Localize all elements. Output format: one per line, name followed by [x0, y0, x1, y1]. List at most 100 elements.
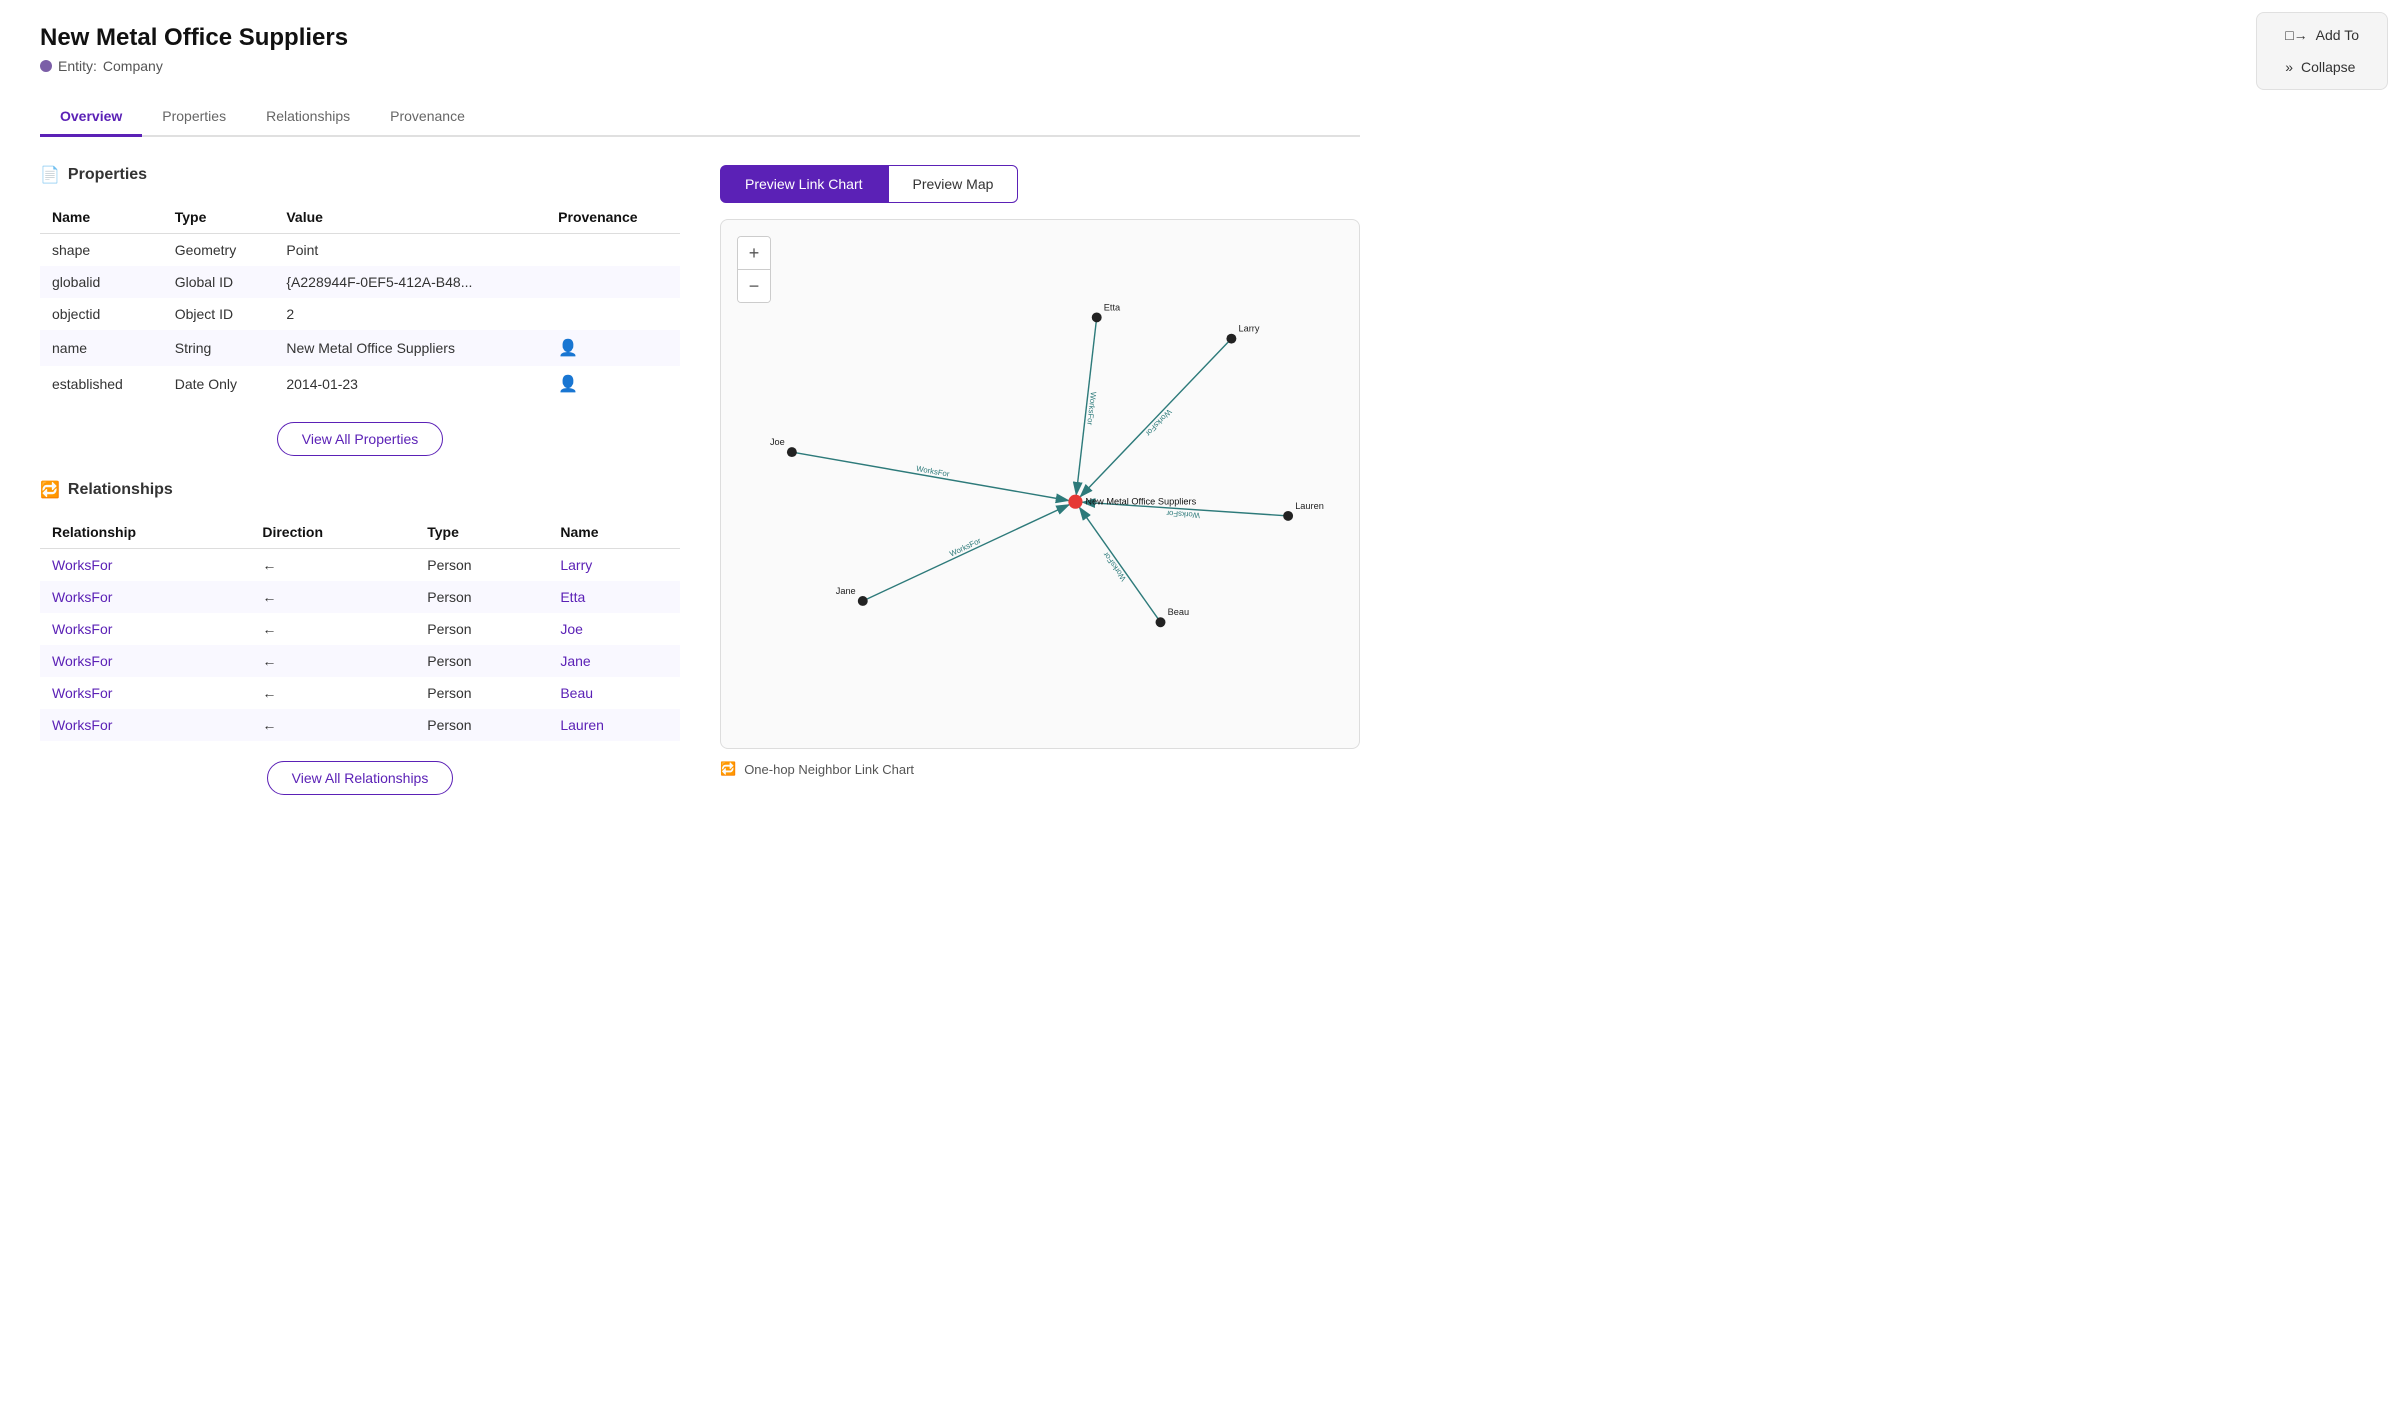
- relationships-title: Relationships: [68, 481, 173, 499]
- link-chart-svg: WorksForWorksForWorksForWorksForWorksFor…: [721, 220, 1359, 748]
- col-direction: Direction: [250, 516, 415, 549]
- works-for-link[interactable]: WorksFor: [52, 557, 112, 573]
- rel-relationship: WorksFor: [40, 581, 250, 613]
- works-for-link[interactable]: WorksFor: [52, 589, 112, 605]
- prop-type: Object ID: [163, 298, 275, 330]
- rel-direction: ←: [250, 645, 415, 677]
- col-value: Value: [274, 201, 546, 234]
- svg-text:Etta: Etta: [1104, 302, 1121, 312]
- table-row: WorksFor ← Person Larry: [40, 549, 680, 582]
- person-link[interactable]: Joe: [560, 621, 583, 637]
- rel-name: Jane: [548, 645, 680, 677]
- rel-name: Larry: [548, 549, 680, 582]
- properties-section: 📄 Properties Name Type Value Provenance: [40, 165, 680, 456]
- svg-text:Jane: Jane: [836, 586, 856, 596]
- table-row: WorksFor ← Person Lauren: [40, 709, 680, 741]
- person-link[interactable]: Jane: [560, 653, 590, 669]
- col-rel-name: Name: [548, 516, 680, 549]
- svg-text:Larry: Larry: [1238, 324, 1259, 334]
- prop-type: String: [163, 330, 275, 366]
- rel-relationship: WorksFor: [40, 613, 250, 645]
- rel-type: Person: [415, 645, 548, 677]
- works-for-link[interactable]: WorksFor: [52, 685, 112, 701]
- tab-relationships[interactable]: Relationships: [246, 98, 370, 137]
- prop-name: name: [40, 330, 163, 366]
- works-for-link[interactable]: WorksFor: [52, 621, 112, 637]
- entity-label-text: Entity:: [58, 58, 97, 74]
- rel-name: Etta: [548, 581, 680, 613]
- rel-type: Person: [415, 581, 548, 613]
- prop-value: New Metal Office Suppliers: [274, 330, 546, 366]
- zoom-out-button[interactable]: −: [738, 270, 770, 302]
- relationships-table: Relationship Direction Type Name WorksFo…: [40, 516, 680, 741]
- rel-name: Joe: [548, 613, 680, 645]
- tab-overview[interactable]: Overview: [40, 98, 142, 137]
- view-all-properties-button[interactable]: View All Properties: [277, 422, 443, 456]
- rel-type: Person: [415, 613, 548, 645]
- content-layout: 📄 Properties Name Type Value Provenance: [40, 165, 1360, 815]
- person-link[interactable]: Lauren: [560, 717, 604, 733]
- table-row: shape Geometry Point: [40, 234, 680, 267]
- col-type: Type: [163, 201, 275, 234]
- rel-relationship: WorksFor: [40, 709, 250, 741]
- person-link[interactable]: Larry: [560, 557, 592, 573]
- rel-name: Beau: [548, 677, 680, 709]
- svg-text:WorksFor: WorksFor: [1143, 407, 1173, 438]
- rel-relationship: WorksFor: [40, 549, 250, 582]
- tab-provenance[interactable]: Provenance: [370, 98, 485, 137]
- prop-provenance: 👤: [546, 330, 680, 366]
- svg-text:Joe: Joe: [770, 437, 785, 447]
- properties-title: Properties: [68, 166, 147, 184]
- table-row: WorksFor ← Person Etta: [40, 581, 680, 613]
- prop-value: 2014-01-23: [274, 366, 546, 402]
- collapse-icon: »: [2285, 59, 2293, 75]
- col-relationship: Relationship: [40, 516, 250, 549]
- zoom-controls: + −: [737, 236, 771, 303]
- collapse-label: Collapse: [2301, 59, 2355, 75]
- col-type: Type: [415, 516, 548, 549]
- works-for-link[interactable]: WorksFor: [52, 717, 112, 733]
- entity-dot-icon: [40, 60, 52, 72]
- zoom-in-button[interactable]: +: [738, 237, 770, 269]
- view-all-relationships-button[interactable]: View All Relationships: [267, 761, 454, 795]
- table-row: globalid Global ID {A228944F-0EF5-412A-B…: [40, 266, 680, 298]
- prop-provenance: 👤: [546, 366, 680, 402]
- preview-button-group: Preview Link Chart Preview Map: [720, 165, 1360, 203]
- col-provenance: Provenance: [546, 201, 680, 234]
- tabs-bar: Overview Properties Relationships Proven…: [40, 98, 1360, 137]
- prop-name: globalid: [40, 266, 163, 298]
- properties-icon: 📄: [40, 165, 60, 185]
- preview-link-chart-button[interactable]: Preview Link Chart: [720, 165, 888, 203]
- prop-provenance: [546, 234, 680, 267]
- prop-provenance: [546, 266, 680, 298]
- table-row: established Date Only 2014-01-23 👤: [40, 366, 680, 402]
- col-name: Name: [40, 201, 163, 234]
- tab-properties[interactable]: Properties: [142, 98, 246, 137]
- rel-type: Person: [415, 677, 548, 709]
- rel-relationship: WorksFor: [40, 677, 250, 709]
- table-row: WorksFor ← Person Beau: [40, 677, 680, 709]
- top-bar: □→ Add To » Collapse: [2256, 12, 2388, 90]
- main-content: New Metal Office Suppliers Entity: Compa…: [0, 0, 1400, 839]
- rel-direction: ←: [250, 677, 415, 709]
- relationships-header: 🔁 Relationships: [40, 480, 680, 500]
- chart-footer-icon: 🔁: [720, 761, 736, 777]
- prop-type: Global ID: [163, 266, 275, 298]
- add-to-button[interactable]: □→ Add To: [2277, 23, 2367, 47]
- table-row: name String New Metal Office Suppliers 👤: [40, 330, 680, 366]
- preview-map-button[interactable]: Preview Map: [888, 165, 1019, 203]
- person-link[interactable]: Beau: [560, 685, 593, 701]
- prop-name: established: [40, 366, 163, 402]
- chart-footer-label: One-hop Neighbor Link Chart: [744, 762, 914, 777]
- person-link[interactable]: Etta: [560, 589, 585, 605]
- works-for-link[interactable]: WorksFor: [52, 653, 112, 669]
- properties-header: 📄 Properties: [40, 165, 680, 185]
- relationships-table-header: Relationship Direction Type Name: [40, 516, 680, 549]
- rel-direction: ←: [250, 613, 415, 645]
- rel-direction: ←: [250, 549, 415, 582]
- collapse-button[interactable]: » Collapse: [2277, 55, 2367, 79]
- prop-name: shape: [40, 234, 163, 267]
- relationships-section: 🔁 Relationships Relationship Direction T…: [40, 480, 680, 795]
- rel-direction: ←: [250, 581, 415, 613]
- rel-relationship: WorksFor: [40, 645, 250, 677]
